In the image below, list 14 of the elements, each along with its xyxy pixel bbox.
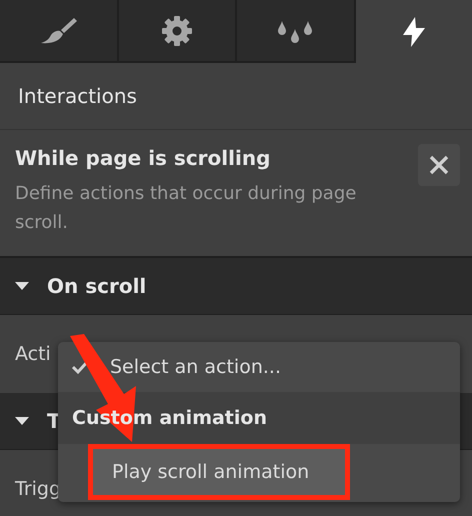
gear-icon [160, 14, 193, 46]
menu-option[interactable]: Play scroll animation [88, 444, 350, 500]
close-icon [429, 155, 449, 175]
trigger-title: While page is scrolling [15, 146, 272, 170]
panel-tab[interactable] [118, 0, 237, 63]
field-label: Acti [15, 343, 51, 365]
menu-option[interactable]: Select an action... [58, 342, 460, 392]
section-header[interactable]: On scroll [0, 258, 472, 315]
bolt-icon [400, 16, 427, 46]
panel-tab[interactable] [237, 0, 356, 63]
trigger-description: Define actions that occur during page scroll. [15, 182, 358, 235]
panel-title: Interactions [18, 84, 137, 108]
panel-tab[interactable] [0, 0, 118, 63]
close-button[interactable] [418, 144, 460, 186]
